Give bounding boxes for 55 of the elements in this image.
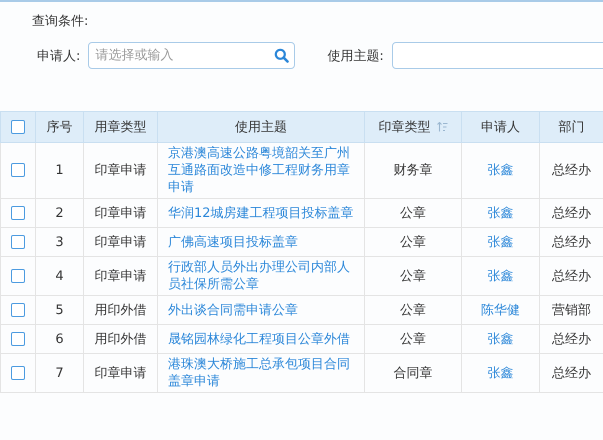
table-cell: 印章申请 xyxy=(94,234,146,250)
table-cell: 7 xyxy=(55,366,64,380)
row-checkbox[interactable] xyxy=(11,206,25,220)
applicant-link[interactable]: 张鑫 xyxy=(488,366,514,380)
table-cell: 总经办 xyxy=(552,206,591,220)
table-cell: 总经办 xyxy=(552,366,591,380)
field-label: 申请人: xyxy=(37,48,80,64)
applicant-link[interactable]: 张鑫 xyxy=(488,332,514,346)
table-cell: 公章 xyxy=(400,206,426,220)
input-field[interactable] xyxy=(392,42,603,69)
applicant-link[interactable]: 张鑫 xyxy=(488,234,514,250)
table-cell: 6 xyxy=(55,332,64,346)
table-cell: 印章申请 xyxy=(94,163,146,178)
table-cell: 用印外借 xyxy=(94,302,146,318)
table-cell: 印章申请 xyxy=(94,366,146,380)
table-cell: 印章申请 xyxy=(94,206,146,220)
column-header[interactable]: 印章类型 xyxy=(378,120,430,135)
applicant-link[interactable]: 张鑫 xyxy=(488,268,514,284)
row-checkbox[interactable] xyxy=(11,234,25,249)
row-checkbox[interactable] xyxy=(11,268,25,283)
table-cell: 总经办 xyxy=(552,234,591,250)
table-cell: 公章 xyxy=(400,268,426,284)
table-cell: 2 xyxy=(55,206,64,220)
table-cell: 3 xyxy=(55,234,64,250)
input-field[interactable]: 请选择或输入 xyxy=(88,42,296,69)
column-header[interactable]: 用章类型 xyxy=(94,120,146,135)
table-cell: 1 xyxy=(55,163,64,178)
column-header[interactable]: 序号 xyxy=(46,120,72,135)
table-cell: 总经办 xyxy=(552,332,591,346)
table-cell: 合同章 xyxy=(394,366,432,380)
table-cell: 总经办 xyxy=(552,268,591,284)
sort-icon[interactable] xyxy=(436,122,448,132)
column-header[interactable]: 部门 xyxy=(558,120,584,135)
search-icon[interactable] xyxy=(274,48,290,63)
table-cell: 公章 xyxy=(400,234,426,250)
field-label: 使用主题: xyxy=(327,48,384,64)
applicant-link[interactable]: 张鑫 xyxy=(488,163,514,178)
applicant-link[interactable]: 张鑫 xyxy=(488,206,514,220)
table-cell: 用印外借 xyxy=(94,332,146,346)
select-all-checkbox[interactable] xyxy=(11,120,25,134)
column-header[interactable]: 使用主题 xyxy=(235,120,287,135)
table-cell: 财务章 xyxy=(394,163,432,178)
row-checkbox[interactable] xyxy=(11,163,25,178)
row-checkbox[interactable] xyxy=(11,332,25,346)
table-cell: 公章 xyxy=(400,332,426,346)
table-cell: 营销部 xyxy=(552,302,591,318)
table-cell: 总经办 xyxy=(552,163,591,178)
row-checkbox[interactable] xyxy=(11,302,25,317)
table-cell: 5 xyxy=(55,302,64,318)
row-checkbox[interactable] xyxy=(11,366,25,380)
query-title: 查询条件: xyxy=(32,13,88,30)
table-cell: 4 xyxy=(55,268,64,284)
column-header[interactable]: 申请人 xyxy=(481,120,520,135)
table-cell: 印章申请 xyxy=(94,268,146,284)
table-cell: 公章 xyxy=(400,302,426,318)
